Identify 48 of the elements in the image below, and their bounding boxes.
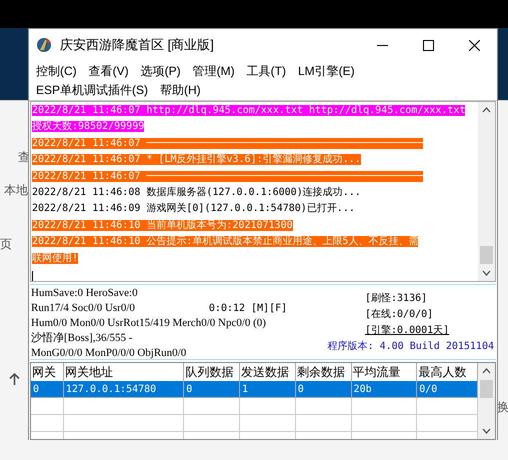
text-cursor (32, 271, 33, 281)
menu-item[interactable]: ESP单机调试插件(S) (33, 80, 152, 99)
log-line: 2022/8/21 11:46:08 数据库服务器(127.0.0.1:6000)连接成功... (32, 187, 361, 198)
table-cell: 20b (352, 381, 418, 398)
up-arrow-icon (9, 373, 20, 386)
status-text: MonG0/0/0 MonP0/0/0 ObjRun0/0 (31, 346, 186, 361)
log-line: 2022/8/21 11:46:09 游戏网关[0](127.0.0.1:54780)已打开... (32, 203, 355, 214)
status-text: Run17/4 Soc0/0 Usr0/0 (31, 301, 135, 316)
timer-text: 0:0:12 [M][F] (208, 302, 288, 316)
menu-item[interactable]: 选项(P) (138, 61, 184, 80)
maximize-icon (422, 40, 434, 50)
version-text: 程序版本: 4.00 Build 20151104 (326, 340, 494, 354)
column-header[interactable]: 剩余数据 (296, 363, 352, 381)
table-cell: 0 (184, 381, 240, 398)
table-cell: 0 (296, 381, 352, 398)
counter-text: [刷怪:3136] (365, 292, 428, 306)
table-row[interactable]: 0 127.0.0.1:54780 0 1 0 20b 0/0 (31, 381, 478, 398)
column-header[interactable]: 最高人数 (417, 363, 478, 381)
counter-text: [在线:0/0/0] (365, 308, 434, 322)
status-text: 沙悟净[Boss],36/555 - (31, 331, 132, 346)
status-text: HumSave:0 HeroSave:0 (31, 286, 138, 301)
app-icon (36, 37, 52, 53)
background-text: 本地 (4, 182, 28, 199)
background-text: 查 (18, 149, 30, 166)
close-icon (468, 40, 480, 50)
status-text: Hum0/0 Mon0/0 UsrRot15/419 Merch0/0 Npc0/0 (0) (31, 316, 266, 331)
column-header[interactable]: 网关 (31, 363, 64, 381)
counter-text: [引擎:0.0001天] (365, 324, 450, 338)
background-text: 换 (497, 399, 508, 416)
menu-item[interactable]: LM引擎(E) (295, 61, 358, 80)
menu-item[interactable]: 工具(T) (244, 61, 289, 80)
background-text: 页 (0, 236, 12, 253)
column-header[interactable]: 发送数据 (240, 363, 296, 381)
menu-item[interactable]: 控制(C) (33, 61, 80, 80)
window-title: 庆安西游降魔首区 [商业版] (60, 36, 214, 54)
menu-item[interactable]: 管理(M) (190, 61, 238, 80)
menu-item[interactable]: 查看(V) (86, 61, 132, 80)
table-cell: 0 (31, 381, 64, 398)
column-header[interactable]: 队列数据 (184, 363, 240, 381)
column-header[interactable]: 网关地址 (64, 363, 184, 381)
table-scrollbar[interactable] (478, 363, 495, 439)
log-scrollbar[interactable] (478, 102, 495, 281)
scroll-thumb[interactable] (480, 380, 493, 398)
column-header[interactable]: 平均流量 (352, 363, 418, 381)
menu-item[interactable]: 帮助(H) (157, 80, 204, 99)
table-cell: 1 (240, 381, 296, 398)
scroll-thumb[interactable] (480, 246, 493, 264)
table-cell: 127.0.0.1:54780 (64, 381, 184, 398)
